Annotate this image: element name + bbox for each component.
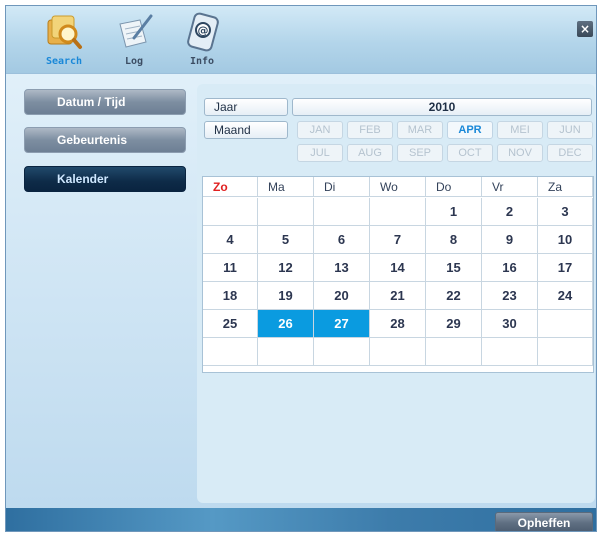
weekday-header: Do — [426, 177, 482, 197]
day-cell[interactable]: 16 — [482, 254, 538, 282]
month-jan[interactable]: JAN — [297, 121, 343, 139]
month-jul[interactable]: JUL — [297, 144, 343, 162]
month-sep[interactable]: SEP — [397, 144, 443, 162]
day-cell[interactable]: 10 — [538, 226, 593, 254]
month-dec[interactable]: DEC — [547, 144, 593, 162]
empty-day-cell — [426, 338, 482, 366]
empty-day-cell — [258, 198, 314, 226]
search-window: Search Log @ Info × Datum / Tijd Gebeurt… — [5, 5, 597, 532]
day-cell[interactable]: 17 — [538, 254, 593, 282]
day-cell[interactable]: 29 — [426, 310, 482, 338]
day-cell[interactable]: 9 — [482, 226, 538, 254]
day-cell[interactable]: 28 — [370, 310, 426, 338]
info-tool-button[interactable]: @ Info — [172, 12, 232, 72]
log-icon — [119, 14, 153, 48]
day-cell[interactable]: 13 — [314, 254, 370, 282]
day-cell[interactable]: 11 — [203, 254, 258, 282]
info-icon: @ — [187, 12, 219, 52]
month-apr[interactable]: APR — [447, 121, 493, 139]
month-aug[interactable]: AUG — [347, 144, 393, 162]
day-cell[interactable]: 12 — [258, 254, 314, 282]
year-selector[interactable]: 2010 — [292, 98, 592, 116]
day-cell[interactable]: 19 — [258, 282, 314, 310]
log-tool-button[interactable]: Log — [104, 12, 164, 72]
empty-day-cell — [314, 338, 370, 366]
empty-day-cell — [203, 338, 258, 366]
year-label: Jaar — [204, 98, 288, 116]
weekday-header: Wo — [370, 177, 426, 197]
nav-item-kalender[interactable]: Kalender — [24, 166, 186, 192]
empty-day-cell — [538, 310, 593, 338]
day-cell[interactable]: 7 — [370, 226, 426, 254]
close-button[interactable]: × — [577, 21, 593, 37]
empty-day-cell — [370, 198, 426, 226]
day-cell[interactable]: 14 — [370, 254, 426, 282]
day-cell[interactable]: 22 — [426, 282, 482, 310]
close-icon: × — [579, 22, 591, 36]
day-cell[interactable]: 8 — [426, 226, 482, 254]
weekday-header: Zo — [203, 177, 258, 197]
day-cell[interactable]: 25 — [203, 310, 258, 338]
day-cell[interactable]: 6 — [314, 226, 370, 254]
toolbar: Search Log @ Info × — [6, 6, 596, 74]
day-cell[interactable]: 3 — [538, 198, 593, 226]
day-cell[interactable]: 26 — [258, 310, 314, 338]
empty-day-cell — [370, 338, 426, 366]
footer-bar: Opheffen — [6, 508, 596, 531]
weekday-header: Za — [538, 177, 593, 197]
day-cell[interactable]: 4 — [203, 226, 258, 254]
day-cell[interactable]: 24 — [538, 282, 593, 310]
month-nov[interactable]: NOV — [497, 144, 543, 162]
day-cell[interactable]: 18 — [203, 282, 258, 310]
info-tool-label: Info — [189, 56, 215, 67]
opheffen-button[interactable]: Opheffen — [495, 512, 593, 531]
empty-day-cell — [482, 338, 538, 366]
month-mei[interactable]: MEI — [497, 121, 543, 139]
day-cell[interactable]: 30 — [482, 310, 538, 338]
month-feb[interactable]: FEB — [347, 121, 393, 139]
calendar-grid: Zo Ma Di Wo Do Vr Za 1 2 3 4 5 6 7 8 9 10 11 12 13 14 15 16 17 1… — [202, 176, 594, 373]
empty-day-cell — [203, 198, 258, 226]
search-icon — [47, 15, 82, 49]
day-cell[interactable]: 21 — [370, 282, 426, 310]
empty-day-cell — [538, 338, 593, 366]
day-cell[interactable]: 1 — [426, 198, 482, 226]
day-cell[interactable]: 5 — [258, 226, 314, 254]
day-cell[interactable]: 23 — [482, 282, 538, 310]
month-label: Maand — [204, 121, 288, 139]
log-tool-label: Log — [124, 56, 144, 67]
weekday-header: Ma — [258, 177, 314, 197]
left-panel: Datum / Tijd Gebeurtenis Kalender — [6, 75, 196, 508]
weekday-header: Vr — [482, 177, 538, 197]
search-tool-label: Search — [45, 56, 83, 67]
month-mar[interactable]: MAR — [397, 121, 443, 139]
day-cell[interactable]: 27 — [314, 310, 370, 338]
month-jun[interactable]: JUN — [547, 121, 593, 139]
content-panel: Jaar 2010 Maand JAN FEB MAR APR MEI JUN JUL AUG… — [197, 84, 595, 503]
empty-day-cell — [258, 338, 314, 366]
weekday-header: Di — [314, 177, 370, 197]
svg-text:@: @ — [198, 24, 209, 37]
day-cell[interactable]: 20 — [314, 282, 370, 310]
month-oct[interactable]: OCT — [447, 144, 493, 162]
empty-day-cell — [314, 198, 370, 226]
search-tool-button[interactable]: Search — [34, 12, 94, 72]
nav-item-gebeurtenis[interactable]: Gebeurtenis — [24, 127, 186, 153]
nav-item-datum-tijd[interactable]: Datum / Tijd — [24, 89, 186, 115]
day-cell[interactable]: 2 — [482, 198, 538, 226]
day-cell[interactable]: 15 — [426, 254, 482, 282]
